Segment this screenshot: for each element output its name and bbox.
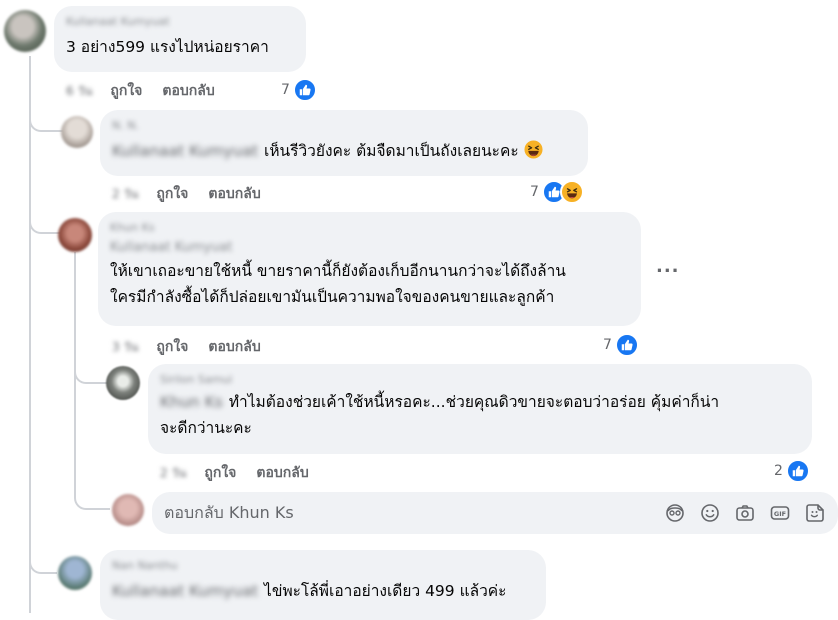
thumbs-up-icon [614, 333, 639, 357]
thumbs-up-icon [292, 78, 317, 102]
comment-time[interactable]: 3 วัน [112, 338, 138, 357]
comment-text: 3 อย่าง599 แรงไปหน่อยราคา [66, 38, 269, 56]
thread-elbow [29, 210, 61, 234]
reaction-count: 2 [774, 463, 783, 479]
reply-button[interactable]: ตอบกลับ [256, 462, 308, 484]
laughing-emoji-icon [524, 140, 543, 159]
avatar[interactable] [61, 116, 93, 148]
comment-time[interactable]: 6 วัน [66, 82, 92, 101]
comment-actions: 3 วัน ถูกใจ ตอบกลับ [112, 336, 281, 358]
comment-text-line: ให้เขาเถอะขายใช้หนี้ ขายราคานี้ก็ยังต้อง… [110, 262, 566, 280]
comment-bubble: Nan Nanthu Kullanaat Kumyuat ไข่พะโล้พี่เ… [100, 550, 546, 620]
comment-bubble: Khun Ks Kullanaat Kumyuat ให้เขาเถอะขายใ… [98, 212, 641, 326]
comment-bubble: Kullanaat Kumyuat 3 อย่าง599 แรงไปหน่อยร… [54, 6, 306, 72]
haha-reaction-icon [559, 180, 584, 204]
reply-input[interactable]: ตอบกลับ Khun Ks GIF [152, 492, 838, 534]
comment-text: ไข่พะโล้พี่เอาอย่างเดียว 499 แล้วค่ะ [264, 582, 507, 600]
comment-time[interactable]: 2 วัน [160, 464, 186, 483]
reply-button[interactable]: ตอบกลับ [208, 183, 260, 205]
comment-bubble: N. N. Kullanaat Kumyuat เห็นรีวิวยังคะ ต้… [100, 110, 588, 176]
comment-actions: 6 วัน ถูกใจ ตอบกลับ [66, 80, 235, 102]
avatar[interactable] [4, 10, 46, 52]
mention-tag[interactable]: Khun Ks [160, 389, 223, 415]
comment-actions: 2 วัน ถูกใจ ตอบกลับ [160, 462, 329, 484]
commenter-name[interactable]: Kullanaat Kumyuat [66, 14, 294, 28]
like-button[interactable]: ถูกใจ [156, 183, 188, 205]
camera-icon[interactable] [734, 502, 756, 524]
thread-elbow [29, 552, 57, 574]
comment-actions: 2 วัน ถูกใจ ตอบกลับ [112, 183, 281, 205]
reaction-count: 7 [603, 337, 612, 353]
comment-text-line: ใครมีกำลังซื้อได้ก็ปล่อยเขามันเป็นความพอ… [110, 288, 555, 306]
reaction-summary[interactable]: 7 [530, 180, 584, 204]
more-options-button[interactable]: ... [656, 256, 680, 277]
svg-text:GIF: GIF [774, 510, 786, 518]
commenter-name[interactable]: N. N. [112, 118, 576, 132]
avatar[interactable] [58, 556, 92, 590]
commenter-name[interactable]: Khun Ks [110, 220, 629, 234]
reply-input-placeholder: ตอบกลับ Khun Ks [164, 502, 294, 522]
thread-elbow [74, 360, 110, 384]
mention-tag[interactable]: Kullanaat Kumyuat [112, 578, 258, 604]
avatar[interactable] [106, 366, 140, 400]
avatar[interactable] [58, 218, 92, 252]
sticker-icon[interactable] [804, 502, 826, 524]
comment-text-line: ทำไมต้องช่วยเค้าใช้หนี้หรอคะ...ช่วยคุณดิ… [228, 393, 720, 411]
commenter-name[interactable]: Sirilon Samui [160, 372, 800, 386]
thumbs-up-icon [785, 459, 810, 483]
comment-text: เห็นรีวิวยังคะ ต้มจืดมาเป็นถังเลยนะคะ [264, 142, 519, 160]
reply-button[interactable]: ตอบกลับ [208, 336, 260, 358]
like-button[interactable]: ถูกใจ [110, 80, 142, 102]
reply-button[interactable]: ตอบกลับ [162, 80, 214, 102]
reaction-summary[interactable]: 2 [774, 459, 810, 483]
gif-icon[interactable]: GIF [769, 502, 791, 524]
reaction-count: 7 [281, 82, 290, 98]
comment-time[interactable]: 2 วัน [112, 185, 138, 204]
reaction-summary[interactable]: 7 [603, 333, 639, 357]
comment-bubble: Sirilon Samui Khun Ks ทำไมต้องช่วยเค้าใช้… [148, 364, 812, 454]
thread-line-main [29, 56, 31, 613]
comment-text-line: จะดีกว่านะคะ [160, 419, 252, 437]
like-button[interactable]: ถูกใจ [204, 462, 236, 484]
avatar-sticker-icon[interactable] [664, 502, 686, 524]
commenter-name[interactable]: Nan Nanthu [112, 558, 534, 572]
user-avatar [112, 494, 144, 526]
emoji-icon[interactable] [699, 502, 721, 524]
mention-tag[interactable]: Kullanaat Kumyuat [110, 238, 629, 256]
reaction-count: 7 [530, 184, 539, 200]
mention-tag[interactable]: Kullanaat Kumyuat [112, 138, 258, 164]
reaction-summary[interactable]: 7 [281, 78, 317, 102]
thread-elbow [74, 478, 110, 510]
like-button[interactable]: ถูกใจ [156, 336, 188, 358]
